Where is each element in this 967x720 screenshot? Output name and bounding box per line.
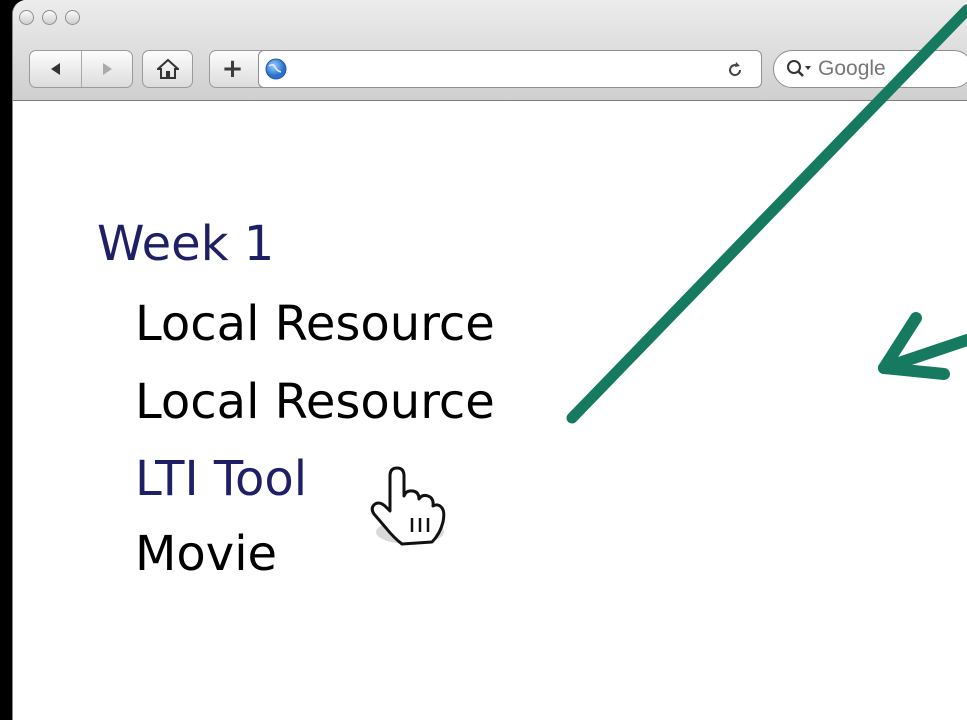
annotation-overlay (370, 4, 967, 546)
hand-pointer-cursor (370, 466, 446, 546)
annotation-arrowhead (878, 312, 967, 380)
